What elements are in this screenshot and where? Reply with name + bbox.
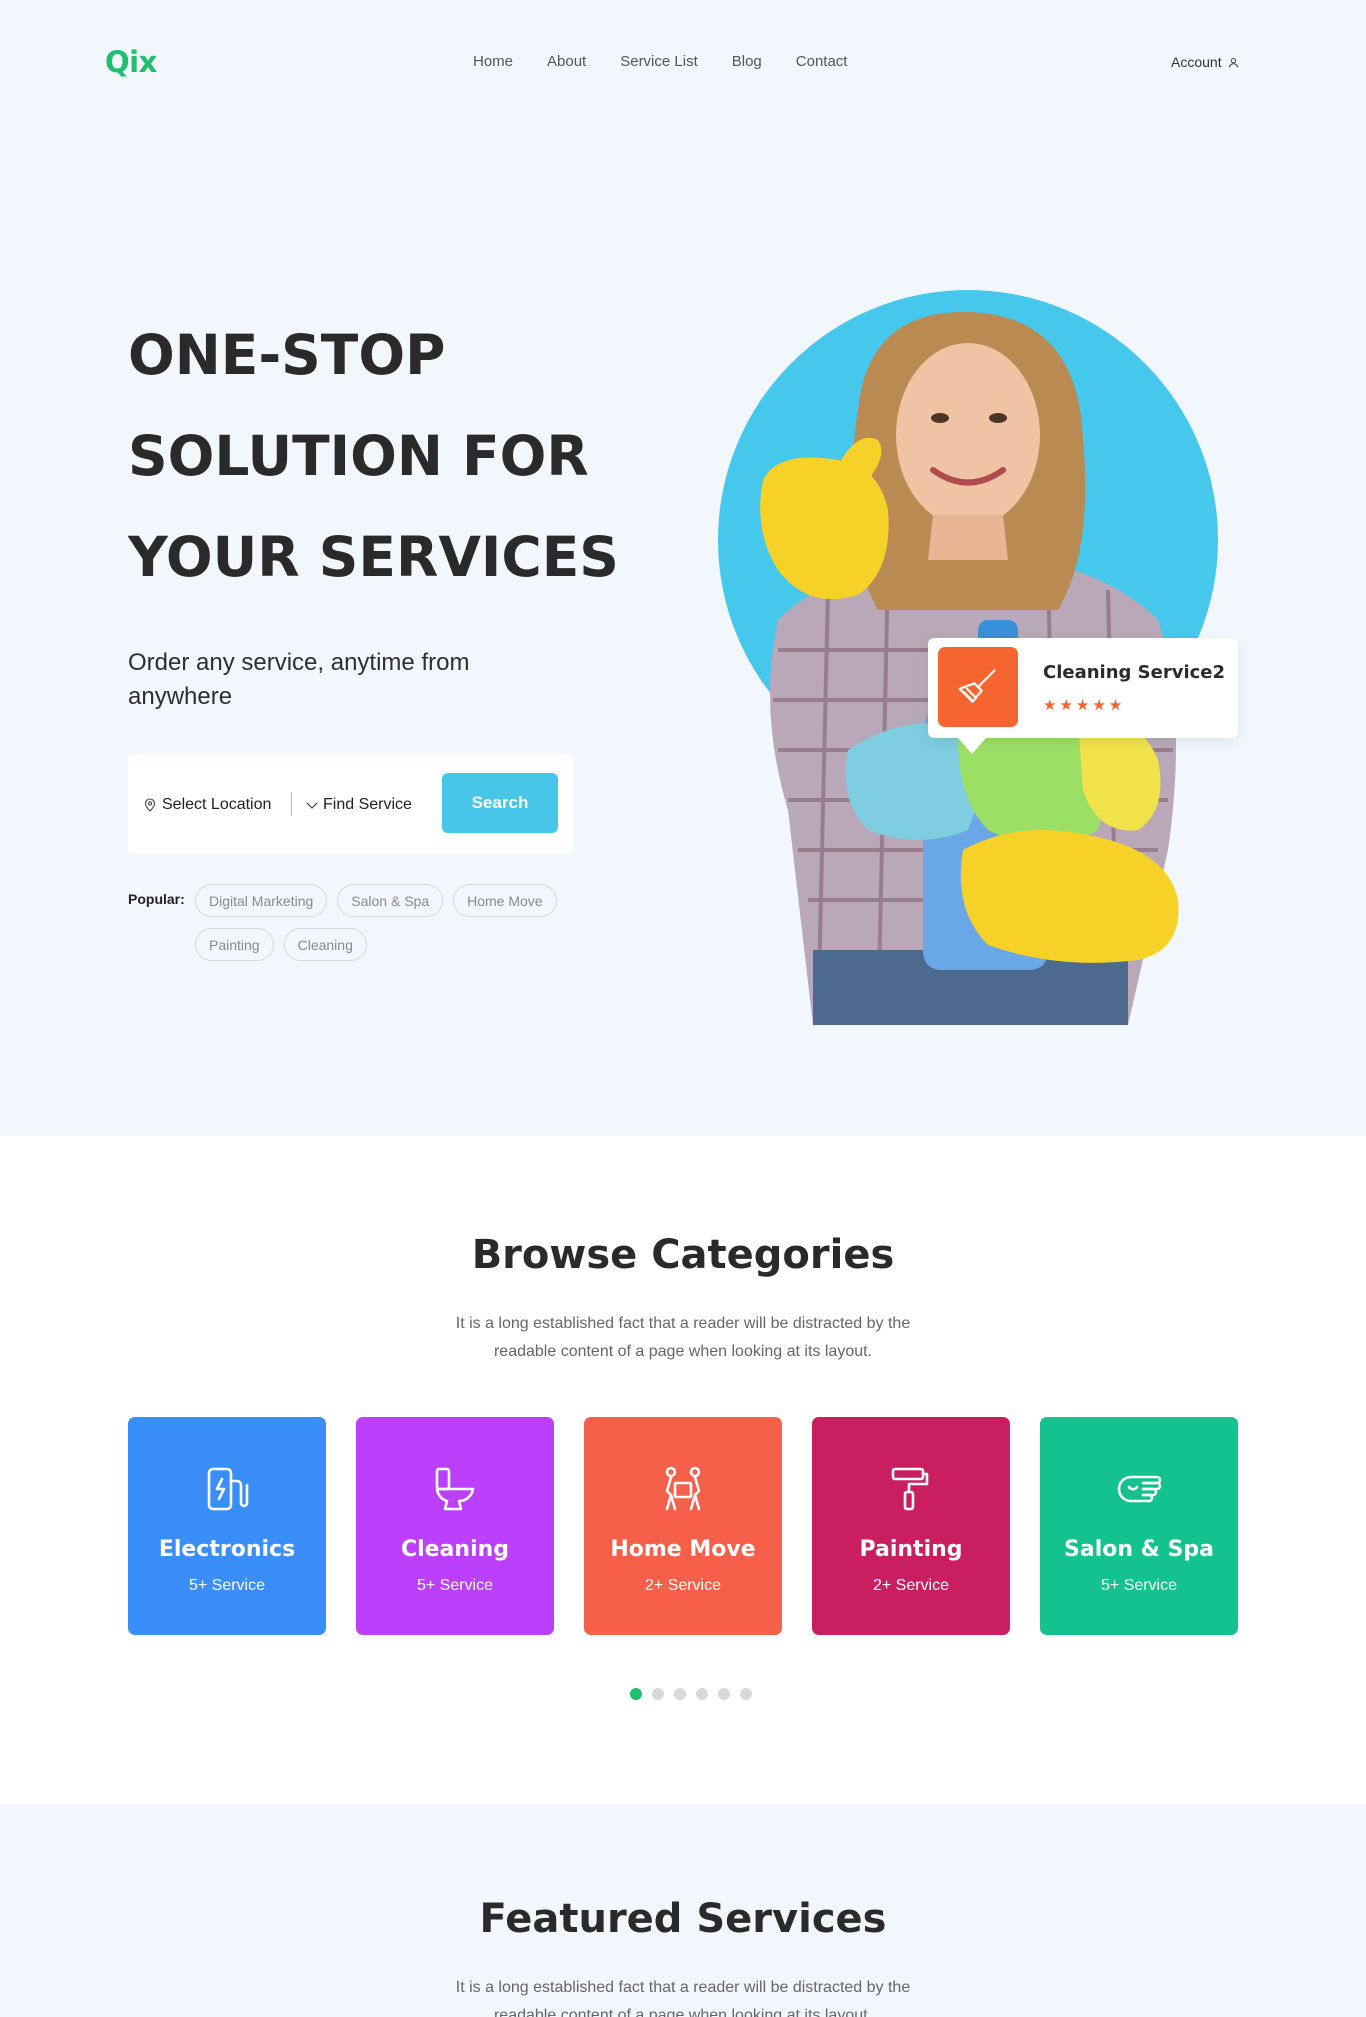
- hero-title-line: ONE-STOP: [128, 323, 446, 387]
- category-name: Cleaning: [400, 1537, 510, 1562]
- search-button[interactable]: Search: [442, 773, 558, 833]
- carousel-pagination: [630, 1688, 752, 1700]
- category-card-cleaning[interactable]: Cleaning 5+ Service: [356, 1417, 554, 1635]
- category-name: Painting: [859, 1537, 963, 1562]
- hero-title: ONE-STOP SOLUTION FOR YOUR SERVICES: [128, 305, 619, 608]
- carousel-dot[interactable]: [674, 1688, 686, 1700]
- category-card-painting[interactable]: Painting 2+ Service: [812, 1417, 1010, 1635]
- star-rating: ★★★★★: [1043, 697, 1126, 714]
- electronics-icon: [128, 1465, 326, 1513]
- popular-tag-salon-spa[interactable]: Salon & Spa: [337, 884, 444, 917]
- hero-subtitle: Order any service, anytime from anywhere: [128, 649, 470, 710]
- search-divider: [291, 792, 292, 816]
- popular-label: Popular:: [128, 891, 185, 907]
- section-description: It is a long established fact that a rea…: [455, 1979, 911, 2017]
- chevron-down-icon: [306, 802, 318, 809]
- category-count: 2+ Service: [644, 1577, 722, 1594]
- site-header: Qix Home About Service List Blog Contact…: [0, 0, 1366, 126]
- popular-tag-digital-marketing[interactable]: Digital Marketing: [195, 884, 328, 917]
- carousel-dot[interactable]: [740, 1688, 752, 1700]
- broom-icon: [938, 647, 1018, 727]
- toilet-icon: [356, 1465, 554, 1513]
- carousel-dot[interactable]: [630, 1688, 642, 1700]
- category-name: Electronics: [158, 1537, 296, 1562]
- account-link[interactable]: Account: [1171, 54, 1239, 70]
- carousel-dot[interactable]: [652, 1688, 664, 1700]
- featured-service-card[interactable]: Cleaning Service2 ★★★★★: [928, 638, 1238, 754]
- carousel-dot[interactable]: [718, 1688, 730, 1700]
- nav-service-list[interactable]: Service List: [620, 53, 698, 70]
- nav-home[interactable]: Home: [473, 53, 513, 70]
- hero-title-line: YOUR SERVICES: [128, 525, 619, 589]
- service-select-label: Find Service: [323, 796, 412, 813]
- nav-contact[interactable]: Contact: [796, 53, 848, 70]
- search-box: Select Location Find Service Search: [128, 754, 573, 854]
- location-select-label: Select Location: [162, 796, 272, 813]
- category-card-electronics[interactable]: Electronics 5+ Service: [128, 1417, 326, 1635]
- popular-tag-painting[interactable]: Painting: [195, 928, 274, 961]
- user-icon: [1228, 57, 1238, 68]
- map-pin-icon: [144, 798, 156, 812]
- category-name: Salon & Spa: [1064, 1537, 1214, 1562]
- category-count: 2+ Service: [872, 1577, 950, 1594]
- main-nav: Home About Service List Blog Contact: [473, 53, 881, 70]
- logo[interactable]: Qix: [105, 45, 157, 79]
- location-select[interactable]: Select Location: [144, 796, 271, 814]
- movers-icon: [584, 1465, 782, 1513]
- category-count: 5+ Service: [416, 1577, 494, 1594]
- featured-service-title: Cleaning Service2: [1043, 662, 1226, 683]
- section-title: Featured Services: [479, 1896, 887, 1942]
- category-card-salon-spa[interactable]: Salon & Spa 5+ Service: [1040, 1417, 1238, 1635]
- category-count: 5+ Service: [1100, 1577, 1178, 1594]
- category-count: 5+ Service: [188, 1577, 266, 1594]
- hero-title-line: SOLUTION FOR: [128, 424, 589, 488]
- popular-tag-home-move[interactable]: Home Move: [453, 884, 557, 917]
- nav-about[interactable]: About: [547, 53, 586, 70]
- category-cards: Electronics 5+ Service Cleaning 5+ Servi…: [128, 1417, 1238, 1635]
- category-card-home-move[interactable]: Home Move 2+ Service: [584, 1417, 782, 1635]
- paint-roller-icon: [812, 1465, 1010, 1513]
- browse-categories-section: Browse Categories It is a long establish…: [0, 1136, 1366, 1804]
- popular-tags: Digital Marketing Salon & Spa Home Move …: [195, 884, 575, 961]
- carousel-dot[interactable]: [696, 1688, 708, 1700]
- featured-services-section: Featured Services It is a long establish…: [0, 1804, 1366, 2017]
- nav-blog[interactable]: Blog: [732, 53, 762, 70]
- category-name: Home Move: [610, 1537, 756, 1562]
- popular-tag-cleaning[interactable]: Cleaning: [283, 928, 367, 961]
- massage-hand-icon: [1040, 1465, 1238, 1513]
- section-description: It is a long established fact that a rea…: [455, 1315, 911, 1360]
- section-title: Browse Categories: [471, 1232, 895, 1278]
- service-select[interactable]: Find Service: [306, 796, 412, 814]
- account-label: Account: [1171, 54, 1222, 70]
